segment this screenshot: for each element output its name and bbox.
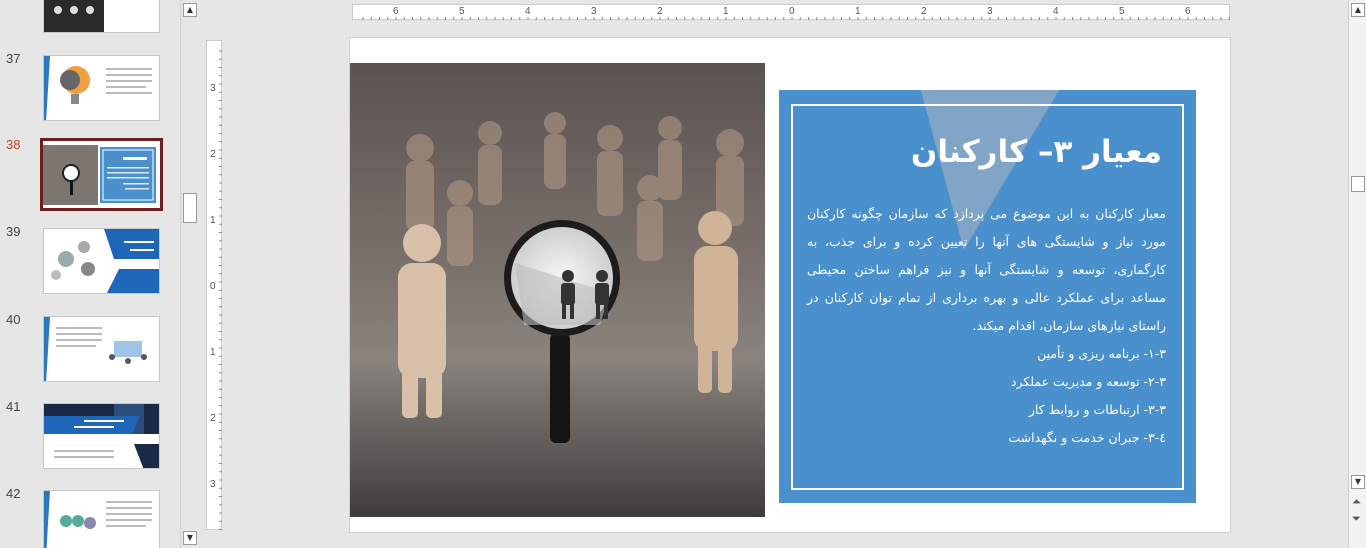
slide-thumbnail[interactable] (43, 403, 160, 469)
bullet-item: ۱-۳- برنامه ریزی و تأمین (1037, 346, 1166, 361)
ruler-label: 4 (525, 6, 531, 17)
thumbnail-scrollbar[interactable]: ▲ ▼ (180, 0, 198, 548)
thumbnail-building-icon (44, 404, 159, 468)
ruler-label: 1 (210, 347, 216, 358)
slide-thumbnail[interactable] (43, 316, 160, 382)
slide-number: 42 (6, 486, 21, 501)
scrollbar-thumb[interactable] (183, 193, 197, 223)
ruler-label: 3 (210, 479, 216, 490)
vertical-ruler: 3 2 1 0 1 2 3 (206, 40, 222, 530)
thumbnail-image-icon (44, 0, 104, 32)
ruler-label: 1 (210, 215, 216, 226)
bullet-item: ۲-۳- توسعه و مدیریت عملکرد (1010, 374, 1166, 389)
slide-thumbnail[interactable] (43, 490, 160, 548)
slide-editor: 6 5 4 3 2 1 0 1 2 3 4 5 6 3 2 1 0 1 2 3 (200, 0, 1340, 548)
slide-thumbnail[interactable] (43, 0, 160, 33)
magnifier-photo-icon (350, 63, 765, 517)
scrollbar-thumb[interactable] (1351, 176, 1365, 192)
slide-canvas[interactable]: معیار ۳– کارکنان معیار کارکنان به این مو… (349, 37, 1231, 533)
thumbnail-network-icon (51, 229, 159, 293)
ruler-label: 5 (1119, 6, 1125, 17)
scroll-up-icon[interactable]: ▲ (183, 3, 197, 17)
ruler-label: 4 (1053, 6, 1059, 17)
bullet-item: ۳-۳- ارتباطات و روابط کار (1028, 402, 1166, 417)
slide-number: 38 (6, 137, 21, 152)
ruler-label: 6 (1185, 6, 1191, 17)
ruler-label: 5 (459, 6, 465, 17)
thumbnail-brain-icon (44, 56, 152, 120)
editor-scrollbar[interactable]: ▲ ▼ ⏶ ⏷ (1348, 0, 1366, 548)
ruler-label: 2 (210, 413, 216, 424)
ruler-label: 2 (657, 6, 663, 17)
content-panel[interactable]: معیار ۳– کارکنان معیار کارکنان به این مو… (779, 90, 1196, 503)
ruler-label: 3 (210, 83, 216, 94)
ruler-label: 6 (393, 6, 399, 17)
slide-title[interactable]: معیار ۳– کارکنان (911, 134, 1162, 170)
scroll-up-icon[interactable]: ▲ (1351, 3, 1365, 17)
scroll-down-icon[interactable]: ▼ (1351, 475, 1365, 489)
next-slide-icon[interactable]: ⏷ (1352, 512, 1361, 526)
slide-thumbnail[interactable] (43, 228, 160, 294)
bullet-item: ٤-۳- جبران خدمت و نگهداشت (1008, 430, 1166, 445)
ruler-label: 0 (210, 281, 216, 292)
slide-thumbnail[interactable] (43, 55, 160, 121)
ruler-label: 1 (723, 6, 729, 17)
thumbnail-puzzle-icon (44, 491, 152, 548)
ruler-label: 3 (987, 6, 993, 17)
thumbnail-magnifier-icon (43, 145, 156, 205)
prev-slide-icon[interactable]: ⏶ (1352, 495, 1361, 509)
ruler-label: 0 (789, 6, 795, 17)
thumbnail-team-icon (44, 317, 147, 381)
slide-thumbnail[interactable] (40, 138, 163, 211)
slide-photo-magnifier[interactable] (350, 63, 765, 517)
horizontal-ruler: 6 5 4 3 2 1 0 1 2 3 4 5 6 (352, 4, 1230, 20)
slide-number: 37 (6, 51, 21, 66)
body-paragraph: معیار کارکنان به این موضوع می پردازد که … (807, 206, 1166, 333)
slide-number: 40 (6, 312, 21, 327)
ruler-label: 1 (855, 6, 861, 17)
ruler-label: 2 (921, 6, 927, 17)
ruler-label: 3 (591, 6, 597, 17)
ruler-label: 2 (210, 149, 216, 160)
scroll-down-icon[interactable]: ▼ (183, 531, 197, 545)
slide-thumbnail-pane: 37 38 39 40 41 42 (0, 0, 180, 548)
slide-number: 39 (6, 224, 21, 239)
slide-number: 41 (6, 399, 21, 414)
slide-body[interactable]: معیار کارکنان به این موضوع می پردازد که … (807, 200, 1166, 452)
